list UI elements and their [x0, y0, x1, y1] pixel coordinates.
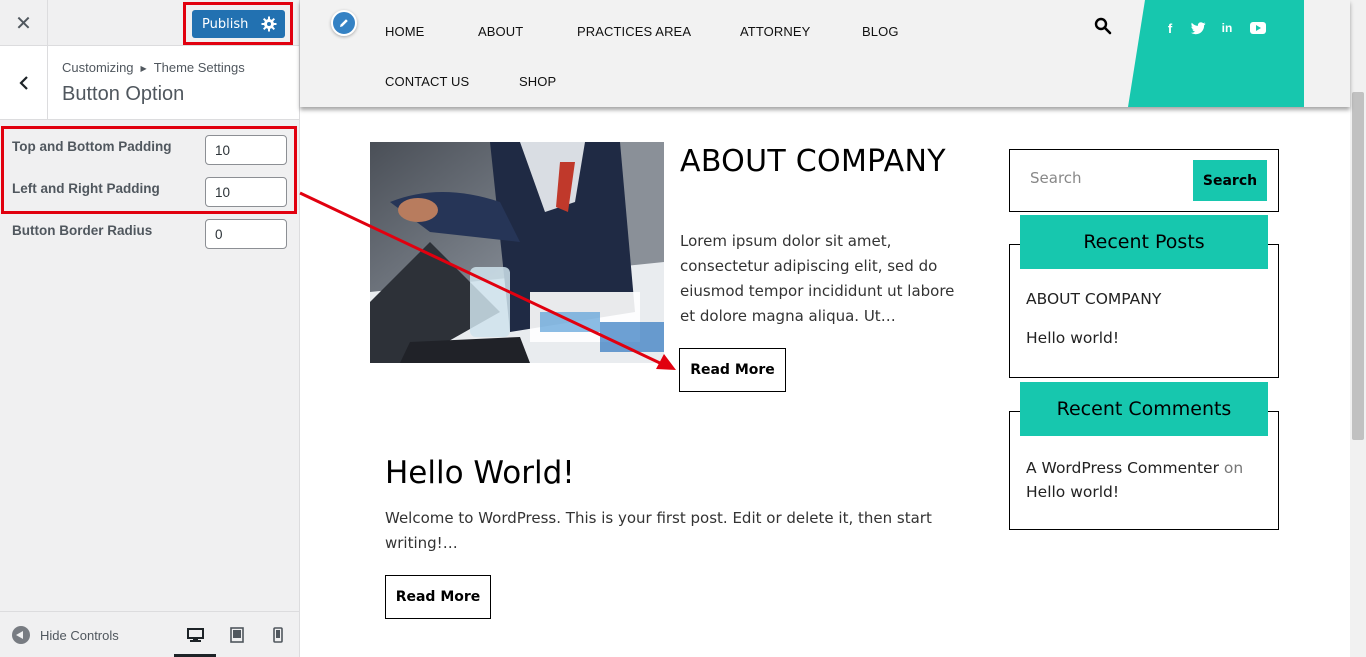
- nav-shop[interactable]: SHOP: [519, 74, 556, 89]
- search-icon[interactable]: [1094, 17, 1112, 35]
- collapse-arrow-icon: [12, 626, 30, 644]
- post-title[interactable]: ABOUT COMPANY: [680, 143, 980, 181]
- facebook-icon[interactable]: f: [1162, 20, 1178, 36]
- nav-about[interactable]: ABOUT: [478, 24, 523, 39]
- chevron-left-icon: [18, 76, 28, 90]
- nav-blog[interactable]: BLOG: [862, 24, 899, 39]
- customizer-footer: Hide Controls: [0, 611, 299, 657]
- gear-icon[interactable]: [261, 16, 277, 32]
- nav-contact-us[interactable]: CONTACT US: [385, 74, 469, 89]
- publish-button[interactable]: Publish: [192, 10, 285, 38]
- twitter-icon[interactable]: [1190, 20, 1206, 36]
- recent-comments-title: Recent Comments: [1020, 382, 1268, 436]
- search-input[interactable]: Search: [1030, 169, 1082, 187]
- mobile-preview-button[interactable]: [264, 622, 292, 648]
- close-customizer-button[interactable]: ✕: [0, 0, 48, 46]
- recent-comment-entry: A WordPress Commenter on Hello world!: [1026, 456, 1271, 504]
- border-radius-input[interactable]: [205, 219, 287, 249]
- mobile-icon: [273, 627, 283, 643]
- comment-post-link[interactable]: Hello world!: [1026, 483, 1119, 501]
- customizer-sidebar: ✕ Publish Customizing ▶ Theme Settings B…: [0, 0, 300, 657]
- desktop-icon: [186, 627, 204, 642]
- breadcrumb-root: Customizing: [62, 60, 134, 75]
- section-header: Customizing ▶ Theme Settings Button Option: [0, 46, 299, 120]
- desktop-preview-button[interactable]: [181, 622, 209, 648]
- linkedin-icon[interactable]: in: [1219, 20, 1235, 36]
- hide-controls-label: Hide Controls: [40, 627, 119, 643]
- recent-post-link[interactable]: Hello world!: [1026, 329, 1119, 347]
- post-excerpt: Lorem ipsum dolor sit amet, consectetur …: [680, 232, 955, 325]
- recent-posts-title: Recent Posts: [1020, 215, 1268, 269]
- businessman-photo: [370, 142, 664, 363]
- pencil-icon: [340, 19, 348, 27]
- read-more-button[interactable]: Read More: [679, 348, 786, 392]
- post-featured-image[interactable]: [370, 142, 664, 363]
- scrollbar-thumb[interactable]: [1352, 92, 1364, 440]
- post-excerpt-hello-world: Welcome to WordPress. This is your first…: [385, 509, 932, 552]
- search-widget: Search Search: [1009, 149, 1279, 212]
- tablet-preview-button[interactable]: [223, 622, 251, 648]
- comment-on-text: on: [1223, 459, 1244, 477]
- hide-controls-button[interactable]: Hide Controls: [12, 626, 119, 644]
- publish-highlight-box: Publish: [183, 2, 293, 45]
- breadcrumb: Customizing ▶ Theme Settings: [62, 60, 245, 75]
- search-submit-button[interactable]: Search: [1193, 160, 1267, 201]
- nav-home[interactable]: HOME: [385, 24, 424, 39]
- option-label-border-radius: Button Border Radius: [12, 223, 153, 238]
- recent-post-link[interactable]: ABOUT COMPANY: [1026, 290, 1161, 308]
- nav-practices-area[interactable]: PRACTICES AREA: [577, 24, 691, 39]
- edit-shortcut-button[interactable]: [331, 10, 357, 36]
- breadcrumb-parent: Theme Settings: [153, 60, 245, 75]
- section-title: Button Option: [62, 83, 185, 105]
- tablet-icon: [230, 627, 244, 643]
- read-more-button-hello-world[interactable]: Read More: [385, 575, 491, 619]
- back-button[interactable]: [0, 46, 48, 120]
- breadcrumb-separator-icon: ▶: [140, 64, 147, 73]
- youtube-icon[interactable]: [1250, 20, 1266, 36]
- nav-attorney[interactable]: ATTORNEY: [740, 24, 810, 39]
- comment-author-link[interactable]: A WordPress Commenter: [1026, 459, 1219, 477]
- social-band: [1128, 0, 1304, 107]
- padding-options-highlight-box: [1, 126, 297, 214]
- post-title-hello-world[interactable]: Hello World!: [385, 455, 575, 491]
- publish-label: Publish: [202, 16, 249, 32]
